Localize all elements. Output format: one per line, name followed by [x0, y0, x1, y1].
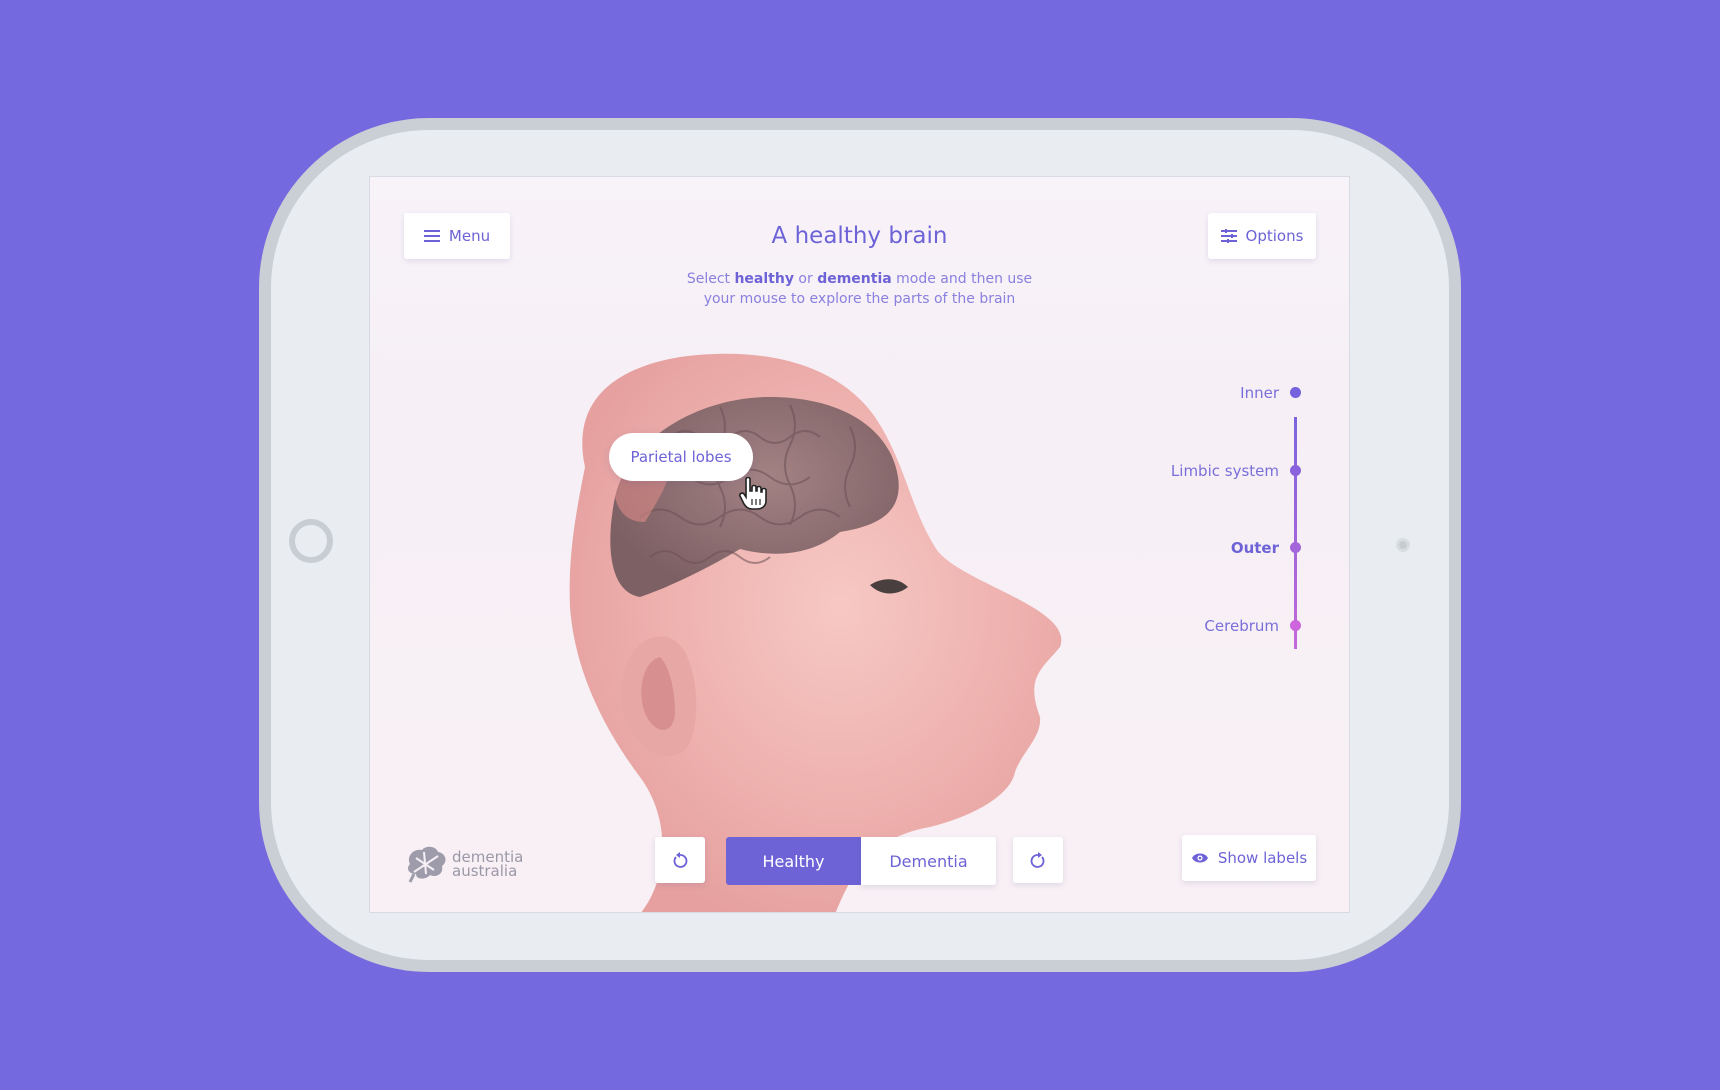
page-subtitle: Select healthy or dementia mode and then…: [686, 271, 1033, 307]
layer-item-outer[interactable]: Outer: [1231, 538, 1279, 558]
rotate-right-button[interactable]: [1013, 837, 1063, 883]
layer-track: [1294, 417, 1297, 649]
show-labels-label: Show labels: [1217, 849, 1308, 867]
layer-dot-limbic-system[interactable]: [1290, 465, 1301, 476]
dementia-australia-logo: dementia australia: [404, 844, 523, 884]
layer-item-cerebrum[interactable]: Cerebrum: [1204, 616, 1279, 636]
rotate-left-icon: [673, 852, 688, 868]
logo-text-line2: australia: [452, 862, 518, 880]
tooltip-label: Parietal lobes: [630, 448, 732, 466]
eye-icon: [1191, 853, 1208, 863]
layer-dot-cerebrum[interactable]: [1290, 620, 1301, 631]
show-labels-button[interactable]: Show labels: [1182, 835, 1316, 881]
brain-part-tooltip: Parietal lobes: [609, 433, 753, 481]
layer-item-limbic-system[interactable]: Limbic system: [1171, 461, 1279, 481]
layer-dot-outer[interactable]: [1290, 542, 1301, 553]
layer-dot-inner[interactable]: [1290, 387, 1301, 398]
camera-icon: [1396, 538, 1410, 552]
rotate-right-icon: [1030, 852, 1045, 868]
home-button: [289, 519, 333, 563]
brain-logo-icon: [408, 846, 446, 883]
page-title: A healthy brain: [771, 223, 948, 249]
mode-dementia-button[interactable]: Dementia: [861, 837, 996, 885]
hand-cursor-icon: [739, 477, 767, 510]
mode-healthy-button[interactable]: Healthy: [726, 837, 861, 885]
rotate-left-button[interactable]: [655, 837, 705, 883]
layer-item-inner[interactable]: Inner: [1240, 383, 1279, 403]
app-screen: Menu Options A healthy brain Select heal…: [369, 176, 1350, 913]
